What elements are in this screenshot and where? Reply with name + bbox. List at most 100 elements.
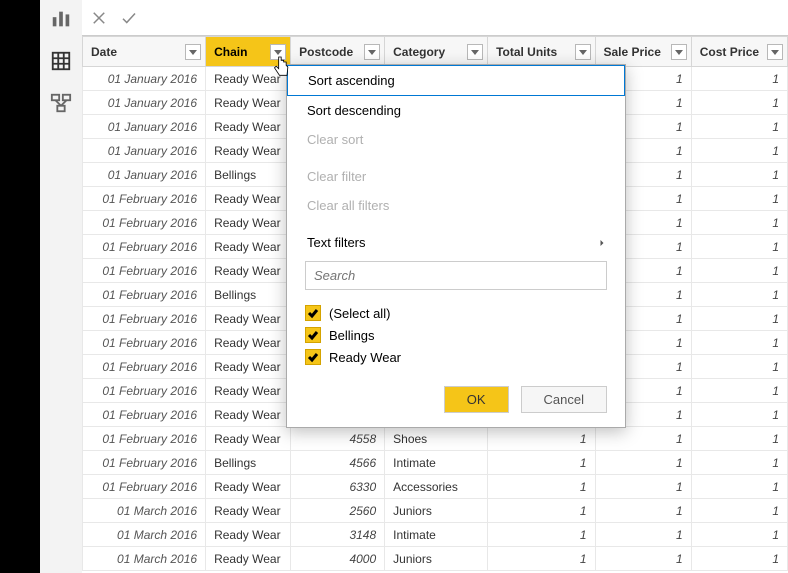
cell-chain: Ready Wear [206, 547, 291, 571]
filter-check-label: Ready Wear [329, 350, 401, 365]
cell-postcode: 4566 [291, 451, 385, 475]
cell-cost: 1 [691, 139, 787, 163]
cell-cost: 1 [691, 331, 787, 355]
filter-cancel-button[interactable]: Cancel [521, 386, 607, 413]
cell-date: 01 February 2016 [83, 259, 206, 283]
column-header-cost-price[interactable]: Cost Price [691, 37, 787, 67]
cell-cost: 1 [691, 451, 787, 475]
cell-chain: Bellings [206, 451, 291, 475]
checkbox-icon [305, 305, 321, 321]
column-header-category[interactable]: Category [385, 37, 488, 67]
cell-cost: 1 [691, 259, 787, 283]
cell-chain: Ready Wear [206, 211, 291, 235]
cell-units: 1 [488, 451, 595, 475]
app-black-rail [0, 0, 40, 573]
column-header-postcode[interactable]: Postcode [291, 37, 385, 67]
column-dropdown-button[interactable] [767, 44, 783, 60]
filter-search-input[interactable] [305, 261, 607, 290]
table-row: 01 February 2016Ready Wear6330Accessorie… [83, 475, 788, 499]
nav-rail [40, 0, 82, 573]
cell-date: 01 January 2016 [83, 163, 206, 187]
filter-check-item[interactable]: Ready Wear [305, 346, 607, 368]
column-header-chain[interactable]: Chain [206, 37, 291, 67]
column-label: Cost Price [700, 45, 759, 59]
cell-price: 1 [595, 475, 691, 499]
cell-price: 1 [595, 427, 691, 451]
cell-postcode: 6330 [291, 475, 385, 499]
filter-ok-button[interactable]: OK [444, 386, 509, 413]
cell-cost: 1 [691, 67, 787, 91]
cell-date: 01 February 2016 [83, 355, 206, 379]
sort-ascending-item[interactable]: Sort ascending [287, 65, 625, 96]
checkbox-icon [305, 349, 321, 365]
clear-filter-item: Clear filter [287, 162, 625, 191]
commit-icon[interactable] [120, 9, 138, 27]
cell-date: 01 February 2016 [83, 187, 206, 211]
column-label: Category [393, 45, 445, 59]
column-filter-menu: Sort ascending Sort descending Clear sor… [286, 64, 626, 428]
cell-date: 01 February 2016 [83, 235, 206, 259]
column-dropdown-button[interactable] [575, 44, 591, 60]
cell-cost: 1 [691, 307, 787, 331]
cell-date: 01 February 2016 [83, 403, 206, 427]
column-label: Date [91, 45, 117, 59]
cell-category: Intimate [385, 523, 488, 547]
column-dropdown-button[interactable] [467, 44, 483, 60]
cell-date: 01 March 2016 [83, 523, 206, 547]
cell-price: 1 [595, 451, 691, 475]
cell-date: 01 January 2016 [83, 91, 206, 115]
text-filters-label: Text filters [307, 235, 366, 250]
table-row: 01 February 2016Bellings4566Intimate111 [83, 451, 788, 475]
cell-units: 1 [488, 427, 595, 451]
cell-chain: Ready Wear [206, 139, 291, 163]
cell-chain: Ready Wear [206, 91, 291, 115]
cell-cost: 1 [691, 355, 787, 379]
cell-date: 01 January 2016 [83, 139, 206, 163]
cell-category: Intimate [385, 451, 488, 475]
cell-chain: Ready Wear [206, 379, 291, 403]
clear-all-filters-item: Clear all filters [287, 191, 625, 220]
cell-cost: 1 [691, 475, 787, 499]
model-view-icon[interactable] [50, 92, 72, 114]
column-header-total-units[interactable]: Total Units [488, 37, 595, 67]
report-view-icon[interactable] [50, 8, 72, 30]
filter-check-label: Bellings [329, 328, 375, 343]
column-label: Chain [214, 45, 247, 59]
cell-chain: Ready Wear [206, 235, 291, 259]
column-header-sale-price[interactable]: Sale Price [595, 37, 691, 67]
text-filters-item[interactable]: Text filters [287, 228, 625, 257]
data-view-icon[interactable] [50, 50, 72, 72]
cell-date: 01 February 2016 [83, 427, 206, 451]
cell-chain: Ready Wear [206, 187, 291, 211]
cell-date: 01 February 2016 [83, 331, 206, 355]
cancel-icon[interactable] [90, 9, 108, 27]
cell-chain: Ready Wear [206, 307, 291, 331]
column-label: Postcode [299, 45, 353, 59]
cell-chain: Ready Wear [206, 475, 291, 499]
cell-price: 1 [595, 547, 691, 571]
table-row: 01 March 2016Ready Wear3148Intimate111 [83, 523, 788, 547]
sort-descending-item[interactable]: Sort descending [287, 96, 625, 125]
cell-cost: 1 [691, 91, 787, 115]
cell-chain: Ready Wear [206, 259, 291, 283]
table-row: 01 March 2016Ready Wear2560Juniors111 [83, 499, 788, 523]
column-dropdown-button[interactable] [185, 44, 201, 60]
submenu-arrow-icon [599, 240, 605, 246]
formula-toolbar [82, 0, 788, 36]
filter-check-item[interactable]: Bellings [305, 324, 607, 346]
column-dropdown-button[interactable] [364, 44, 380, 60]
column-header-date[interactable]: Date [83, 37, 206, 67]
column-dropdown-button[interactable] [671, 44, 687, 60]
column-dropdown-button[interactable] [270, 44, 286, 60]
filter-check-label: (Select all) [329, 306, 390, 321]
cell-date: 01 February 2016 [83, 379, 206, 403]
cell-chain: Ready Wear [206, 403, 291, 427]
filter-check-item[interactable]: (Select all) [305, 302, 607, 324]
table-row: 01 February 2016Ready Wear4558Shoes111 [83, 427, 788, 451]
cell-date: 01 January 2016 [83, 115, 206, 139]
cell-chain: Ready Wear [206, 331, 291, 355]
cell-cost: 1 [691, 187, 787, 211]
cell-date: 01 January 2016 [83, 67, 206, 91]
cell-date: 01 March 2016 [83, 499, 206, 523]
cell-price: 1 [595, 523, 691, 547]
